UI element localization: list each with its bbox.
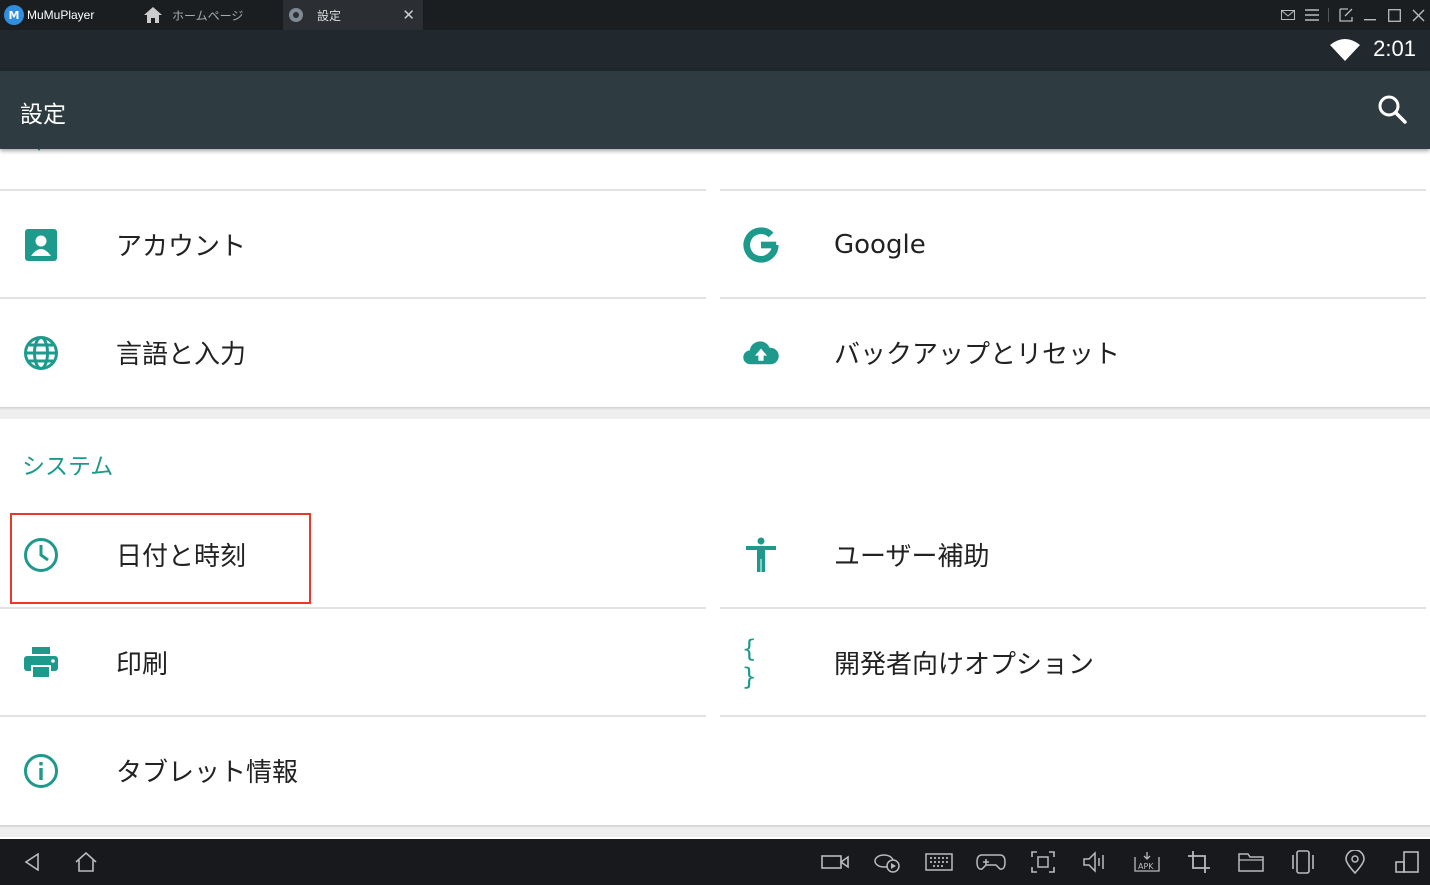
window-controls <box>1276 0 1430 30</box>
settings-item-accounts[interactable]: アカウント <box>0 191 706 298</box>
home-button-icon[interactable] <box>70 847 102 877</box>
location-icon[interactable] <box>1339 847 1371 877</box>
settings-item-developer-options[interactable]: { } 開発者向けオプション <box>720 609 1426 716</box>
close-window-icon[interactable] <box>1406 0 1430 30</box>
settings-item-label: 印刷 <box>116 650 169 680</box>
highlight-box <box>10 513 311 604</box>
settings-item-label: ユーザー補助 <box>834 542 990 572</box>
cloud-upload-icon <box>742 334 780 372</box>
settings-app-bar: 設定 <box>0 71 1430 149</box>
mumu-logo-icon: M <box>4 5 24 25</box>
emulator-toolbar: APK <box>0 839 1430 885</box>
folder-icon[interactable] <box>1235 847 1267 877</box>
android-status-bar: 2:01 <box>0 30 1430 71</box>
close-tab-icon[interactable]: ✕ <box>402 0 415 30</box>
google-g-icon <box>742 226 780 264</box>
minimize-icon[interactable] <box>1358 0 1382 30</box>
operation-record-icon[interactable] <box>871 847 903 877</box>
apk-install-icon[interactable]: APK <box>1131 847 1163 877</box>
wifi-icon <box>1330 39 1360 65</box>
globe-icon <box>22 334 60 372</box>
back-icon[interactable] <box>16 847 48 877</box>
settings-content: アカウント Google 言語と入力 バックアップとリセット システム 日付と時… <box>0 149 1430 839</box>
maximize-icon[interactable] <box>1382 0 1406 30</box>
tab-settings-label: 設定 <box>317 8 342 23</box>
accessibility-icon <box>742 536 780 574</box>
section-separator <box>0 407 1430 419</box>
settings-item-tablet-info[interactable]: タブレット情報 <box>0 717 706 824</box>
page-title: 設定 <box>20 102 66 128</box>
settings-item-label: アカウント <box>116 232 247 262</box>
printer-icon <box>22 644 60 682</box>
window-titlebar: M MuMuPlayer ホームページ 設定 ✕ <box>0 0 1430 30</box>
settings-item-language-input[interactable]: 言語と入力 <box>0 299 706 406</box>
svg-text:APK: APK <box>1138 862 1154 871</box>
tab-home-label: ホームページ <box>172 8 244 23</box>
crop-icon[interactable] <box>1183 847 1215 877</box>
app-logo: M MuMuPlayer <box>4 3 94 27</box>
developer-braces-icon: { } <box>742 634 757 691</box>
settings-item-label: タブレット情報 <box>116 758 299 788</box>
gamepad-icon[interactable] <box>975 847 1007 877</box>
keyboard-icon[interactable] <box>923 847 955 877</box>
app-name: MuMuPlayer <box>27 8 95 22</box>
settings-item-label: 開発者向けオプション <box>834 650 1095 680</box>
account-box-icon <box>22 226 60 264</box>
settings-item-label: Google <box>834 229 926 260</box>
menu-icon[interactable] <box>1300 0 1324 30</box>
home-icon <box>140 0 166 30</box>
info-icon <box>22 752 60 790</box>
tab-home[interactable]: ホームページ <box>140 0 282 30</box>
shake-icon[interactable] <box>1287 847 1319 877</box>
section-title-system: システム <box>22 454 114 480</box>
gear-icon <box>283 0 309 30</box>
partial-icon <box>37 149 41 151</box>
multi-window-icon[interactable] <box>1391 847 1423 877</box>
tab-settings[interactable]: 設定 ✕ <box>283 0 423 30</box>
settings-item-printing[interactable]: 印刷 <box>0 609 706 716</box>
search-icon[interactable] <box>1376 93 1408 125</box>
partial-icon <box>746 149 774 153</box>
volume-icon[interactable] <box>1079 847 1111 877</box>
video-record-icon[interactable] <box>819 847 851 877</box>
section-separator <box>0 825 1430 837</box>
divider <box>720 715 1426 717</box>
mail-icon[interactable] <box>1276 0 1300 30</box>
pin-window-icon[interactable] <box>1334 0 1358 30</box>
status-time: 2:01 <box>1373 36 1416 61</box>
settings-item-accessibility[interactable]: ユーザー補助 <box>720 501 1426 608</box>
fullscreen-icon[interactable] <box>1027 847 1059 877</box>
settings-item-google[interactable]: Google <box>720 191 1426 298</box>
settings-item-backup-reset[interactable]: バックアップとリセット <box>720 299 1426 406</box>
settings-item-label: 言語と入力 <box>116 340 247 370</box>
settings-item-label: バックアップとリセット <box>834 340 1121 370</box>
separator-icon <box>1324 0 1334 30</box>
